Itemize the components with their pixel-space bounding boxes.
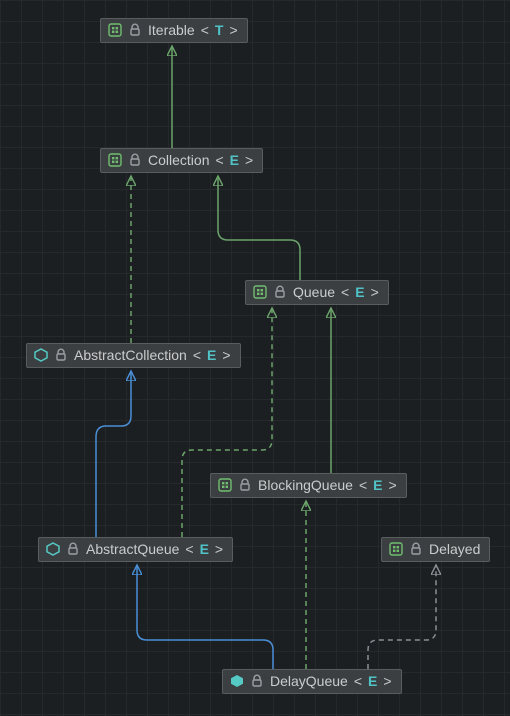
angle-close: > (383, 674, 391, 688)
angle-close: > (222, 348, 230, 362)
node-label: Delayed (429, 542, 480, 556)
interface-icon (253, 285, 267, 299)
node-label: Collection (148, 153, 209, 167)
angle-open: < (341, 285, 349, 299)
abstract-class-icon (34, 348, 48, 362)
angle-open: < (185, 542, 193, 556)
angle-open: < (201, 23, 209, 37)
unlocked-icon (54, 348, 68, 362)
type-param: E (230, 153, 239, 167)
interface-icon (108, 153, 122, 167)
node-abstractCollection[interactable]: AbstractCollection < E > (26, 343, 241, 368)
node-abstractQueue[interactable]: AbstractQueue < E > (38, 537, 233, 562)
node-collection[interactable]: Collection < E > (100, 148, 263, 173)
unlocked-icon (66, 542, 80, 556)
interface-icon (389, 542, 403, 556)
type-param: E (368, 674, 377, 688)
node-label: Iterable (148, 23, 195, 37)
angle-open: < (215, 153, 223, 167)
interface-icon (218, 478, 232, 492)
type-param: T (215, 23, 224, 37)
type-param: E (200, 542, 209, 556)
interface-icon (108, 23, 122, 37)
angle-open: < (354, 674, 362, 688)
angle-close: > (388, 478, 396, 492)
node-label: AbstractQueue (86, 542, 179, 556)
unlocked-icon (250, 674, 264, 688)
unlocked-icon (273, 285, 287, 299)
node-label: AbstractCollection (74, 348, 187, 362)
node-blockingQueue[interactable]: BlockingQueue < E > (210, 473, 407, 498)
angle-close: > (371, 285, 379, 299)
node-delayQueue[interactable]: DelayQueue < E > (222, 669, 402, 694)
abstract-class-icon (46, 542, 60, 556)
class-icon (230, 674, 244, 688)
angle-close: > (215, 542, 223, 556)
node-queue[interactable]: Queue < E > (245, 280, 389, 305)
unlocked-icon (128, 153, 142, 167)
angle-close: > (229, 23, 237, 37)
node-delayed[interactable]: Delayed (381, 537, 490, 562)
angle-open: < (193, 348, 201, 362)
type-param: E (207, 348, 216, 362)
unlocked-icon (128, 23, 142, 37)
angle-close: > (245, 153, 253, 167)
unlocked-icon (238, 478, 252, 492)
node-label: Queue (293, 285, 335, 299)
type-param: E (355, 285, 364, 299)
node-label: BlockingQueue (258, 478, 353, 492)
node-iterable[interactable]: Iterable < T > (100, 18, 248, 43)
angle-open: < (359, 478, 367, 492)
unlocked-icon (409, 542, 423, 556)
type-param: E (373, 478, 382, 492)
node-label: DelayQueue (270, 674, 348, 688)
